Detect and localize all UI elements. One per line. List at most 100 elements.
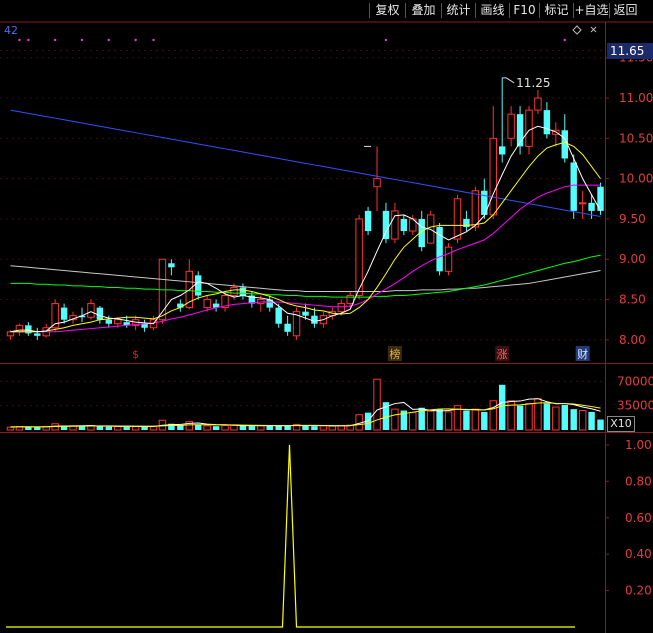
volume-bar: [516, 405, 524, 430]
candle-body: [311, 315, 318, 324]
volume-bar: [34, 427, 41, 430]
candle-body: [284, 323, 291, 332]
candle-body: [34, 333, 41, 336]
price-axis-label: 10.00: [619, 172, 653, 186]
candle-body: [534, 97, 542, 111]
candle-body: [570, 162, 577, 211]
volume-bar: [525, 403, 533, 431]
volume-bar: [373, 378, 381, 431]
volume-bar: [78, 426, 86, 430]
event-dot: [152, 38, 155, 42]
event-marker: 财: [577, 347, 588, 361]
candle-body: [239, 287, 247, 296]
volume-bar: [489, 400, 497, 431]
event-dot: [563, 38, 566, 42]
candle-body: [87, 303, 95, 318]
candle-body: [588, 202, 595, 211]
candle-body: [382, 210, 390, 240]
volume-bar: [141, 426, 148, 430]
candle-body: [525, 109, 533, 147]
volume-bar: [471, 408, 480, 431]
candle-body: [337, 303, 345, 313]
candle-body: [302, 311, 309, 316]
volume-bar: [221, 424, 229, 431]
candle-body: [471, 190, 480, 228]
price-axis-label: 9.00: [619, 252, 646, 266]
indicator-line: [6, 444, 575, 628]
indicator-axis-label: 1.00: [625, 438, 652, 452]
candle-body: [230, 286, 238, 297]
price-axis-label: 9.50: [619, 212, 646, 226]
volume-axis-label: 35000: [617, 399, 653, 413]
volume-bar: [248, 426, 256, 430]
volume-bar: [436, 409, 443, 430]
candle-body: [275, 307, 282, 324]
candle-body: [105, 319, 113, 324]
volume-bar: [194, 424, 202, 430]
volume-bar: [409, 412, 417, 431]
candle-body: [203, 299, 211, 309]
volume-bar: [114, 426, 122, 431]
ma60-line: [10, 254, 601, 298]
candle-body: [60, 307, 68, 320]
volume-bar: [328, 425, 337, 431]
volume-bar: [481, 411, 488, 430]
volume-bar: [463, 410, 470, 430]
candle-body: [364, 210, 372, 232]
candle-body: [6, 331, 15, 337]
volume-bar: [123, 426, 130, 430]
volume-bar: [319, 425, 328, 431]
volume-bar: [444, 411, 453, 431]
volume-bar: [561, 404, 568, 430]
event-dot: [384, 38, 388, 42]
volume-bar: [578, 410, 587, 431]
candle-body: [194, 275, 202, 296]
event-marker: 榜: [389, 347, 400, 361]
volume-bar: [498, 384, 506, 430]
volume-bar: [426, 410, 435, 431]
volume-bar: [105, 426, 113, 430]
event-dot: [53, 38, 57, 42]
volume-bar: [552, 406, 560, 431]
candle-body: [498, 146, 506, 155]
candle-body: [168, 263, 175, 268]
price-axis-label: 10.50: [619, 131, 653, 145]
event-marker: 涨: [497, 348, 508, 361]
indicator-axis-label: 0.80: [625, 474, 652, 488]
candle-body: [373, 178, 381, 188]
stock-chart[interactable]: 11.5011.0010.5010.009.509.008.508.0011.2…: [0, 0, 653, 633]
volume-bar: [543, 403, 551, 430]
volume-bar: [212, 426, 220, 430]
event-dot: [27, 38, 30, 42]
candle-body: [507, 113, 515, 139]
candle-body: [444, 246, 453, 272]
indicator-axis-label: 0.60: [625, 511, 652, 525]
volume-bar: [266, 425, 273, 430]
indicator-axis-label: 0.20: [625, 584, 652, 598]
volume-bar: [257, 425, 265, 431]
candle-body: [489, 137, 497, 216]
volume-bar: [391, 408, 399, 431]
candle-body: [400, 218, 408, 232]
high-annotation-label: 11.25: [516, 76, 550, 90]
candle-body: [453, 198, 462, 240]
event-dot: [80, 38, 84, 42]
ma10-line: [10, 141, 601, 333]
indicator-axis-label: 0.40: [625, 547, 652, 561]
price-axis-label: 8.00: [619, 333, 646, 347]
volume-bar: [302, 425, 309, 430]
candle-body: [114, 319, 122, 325]
volume-bar: [96, 426, 104, 430]
candle-body: [96, 307, 104, 320]
candle-body: [177, 303, 184, 308]
price-axis-label: 11.00: [619, 91, 653, 105]
volume-bar: [597, 419, 604, 430]
event-dot: [107, 38, 111, 42]
event-marker: $: [132, 348, 139, 361]
volume-multiplier-label[interactable]: X10: [607, 416, 635, 432]
price-axis-label: 8.50: [619, 293, 646, 307]
ma120-line: [10, 265, 601, 292]
event-dot: [18, 38, 21, 42]
volume-axis-label: 70000: [617, 374, 653, 388]
volume-bar: [131, 426, 140, 431]
